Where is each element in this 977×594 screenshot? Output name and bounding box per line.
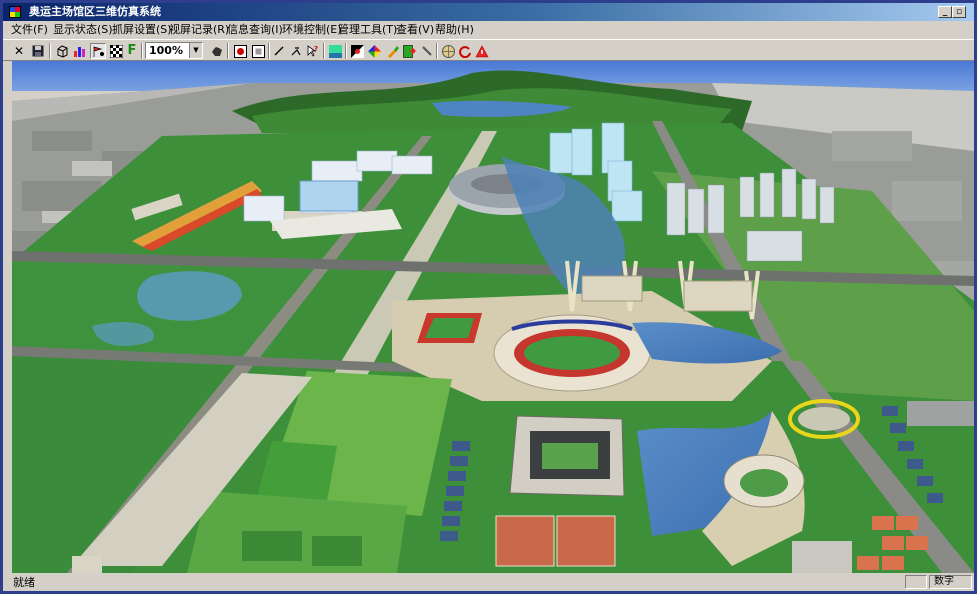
menu-info-query[interactable]: 信息查询(I)	[227, 23, 283, 37]
restore-button[interactable]: ▫	[952, 6, 966, 18]
menu-display-state[interactable]: 显示状态(S)	[53, 23, 113, 37]
olympic-park-3d-render	[12, 61, 974, 573]
line-tool-icon[interactable]	[271, 43, 287, 59]
terrain-image-icon[interactable]	[327, 43, 343, 59]
font-f-icon[interactable]: F	[124, 43, 140, 59]
color-wheel-icon[interactable]	[366, 43, 382, 59]
flag-figure-icon[interactable]	[90, 43, 106, 59]
app-icon[interactable]	[9, 6, 21, 18]
status-bar: 就绪 数字	[3, 573, 974, 591]
record-icon[interactable]	[232, 43, 248, 59]
export-icon[interactable]	[401, 43, 417, 59]
cube-icon[interactable]	[54, 43, 70, 59]
help-pointer-icon[interactable]: ?	[305, 43, 321, 59]
stop-icon[interactable]	[250, 43, 266, 59]
minimize-button[interactable]: _	[938, 6, 952, 18]
status-panel-empty	[905, 575, 927, 589]
chevron-down-icon[interactable]: ▼	[189, 43, 202, 58]
zoom-value: 100%	[149, 44, 183, 57]
save-icon[interactable]	[30, 43, 46, 59]
menu-capture-settings[interactable]: 抓屏设置(S)	[112, 23, 172, 37]
menu-environment[interactable]: 环境控制(E)	[282, 23, 342, 37]
status-numlock: 数字	[929, 575, 972, 589]
3d-scene-viewport[interactable]	[12, 61, 974, 573]
app-window: 奥运主场馆区三维仿真系统 _ ▫ 文件(F) 显示状态(S) 抓屏设置(S) 视…	[3, 3, 974, 591]
globe-icon[interactable]	[440, 43, 456, 59]
warning-icon[interactable]	[474, 43, 490, 59]
title-bar[interactable]: 奥运主场馆区三维仿真系统 _ ▫	[3, 3, 974, 21]
menu-help[interactable]: 帮助(H)	[435, 23, 474, 37]
close-tool-icon[interactable]: ✕	[11, 43, 27, 59]
window-title: 奥运主场馆区三维仿真系统	[29, 5, 161, 18]
checker-icon[interactable]	[108, 43, 124, 59]
hand-pan-icon[interactable]	[208, 43, 224, 59]
pen-icon[interactable]	[419, 43, 435, 59]
svg-text:?: ?	[314, 45, 318, 53]
refresh-icon[interactable]	[457, 43, 473, 59]
menu-video-record[interactable]: 视屏记录(R)	[169, 23, 229, 37]
menu-admin-tools[interactable]: 管理工具(T)	[338, 23, 397, 37]
menu-bar: 文件(F) 显示状态(S) 抓屏设置(S) 视屏记录(R) 信息查询(I) 环境…	[3, 21, 974, 39]
status-ready-text: 就绪	[13, 576, 35, 589]
zoom-select[interactable]: 100% ▼	[145, 42, 203, 59]
paint-brush-icon[interactable]	[384, 43, 400, 59]
contrast-icon[interactable]	[349, 43, 365, 59]
menu-file[interactable]: 文件(F)	[11, 23, 48, 37]
menu-view[interactable]: 查看(V)	[396, 23, 434, 37]
arrow-tool-icon[interactable]	[288, 43, 304, 59]
bar-chart-icon[interactable]	[72, 43, 88, 59]
toolbar: ✕ F 100% ▼ ?	[3, 39, 974, 61]
